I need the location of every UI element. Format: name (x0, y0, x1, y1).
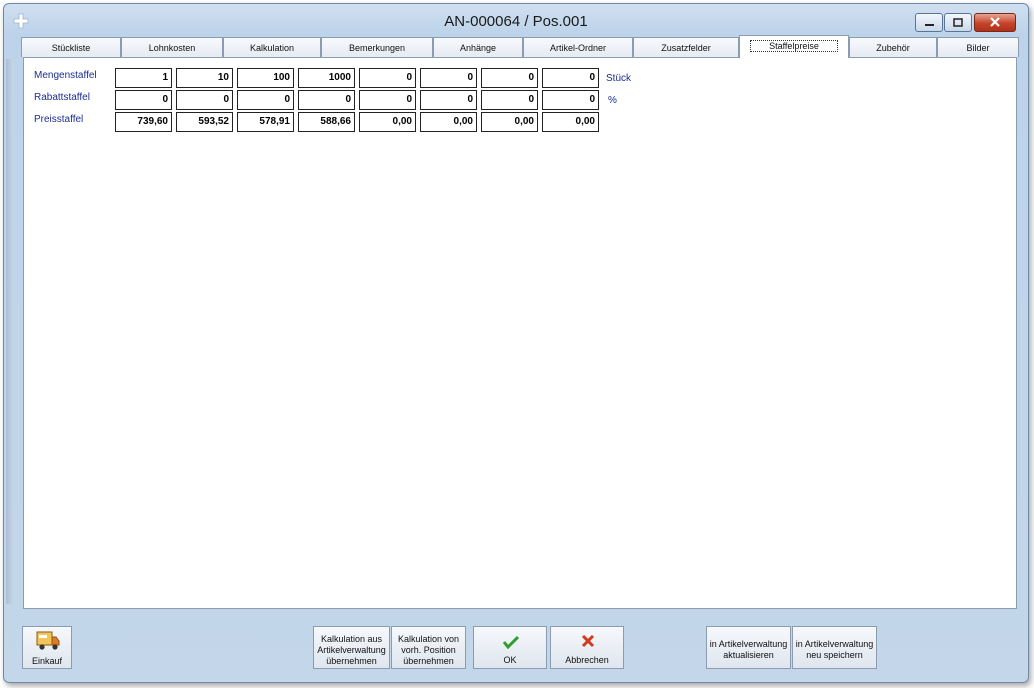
mengen-field-6[interactable]: 0 (420, 68, 477, 88)
mengen-field-7[interactable]: 0 (481, 68, 538, 88)
kalk-artikel-line-1: Kalkulation aus (320, 634, 383, 644)
tab-zusatzfelder[interactable]: Zusatzfelder (633, 37, 739, 57)
close-button[interactable] (974, 13, 1016, 32)
einkauf-button[interactable]: Einkauf (22, 626, 72, 669)
aktualisieren-line-1: in Artikelverwaltung (709, 639, 788, 649)
tab-anhaenge[interactable]: Anhänge (433, 37, 523, 57)
rabatt-field-4[interactable]: 0 (298, 90, 355, 110)
tab-kalkulation[interactable]: Kalkulation (223, 37, 321, 57)
neu-speichern-line-2: neu speichern (806, 650, 863, 660)
mengen-field-2[interactable]: 10 (176, 68, 233, 88)
rabatt-field-7[interactable]: 0 (481, 90, 538, 110)
kalk-artikel-line-3: übernehmen (326, 656, 377, 666)
mengen-field-4[interactable]: 1000 (298, 68, 355, 88)
tab-stueckliste[interactable]: Stückliste (21, 37, 121, 57)
window-title: AN-000064 / Pos.001 (444, 13, 588, 30)
mengen-field-5[interactable]: 0 (359, 68, 416, 88)
tab-zubehoer[interactable]: Zubehör (849, 37, 937, 57)
ok-label: OK (503, 655, 517, 665)
kalk-artikel-line-2: Artikelverwaltung (317, 645, 386, 655)
maximize-icon (953, 18, 963, 27)
preis-field-2[interactable]: 593,52 (176, 112, 233, 132)
window-side-edge (6, 59, 14, 604)
cancel-x-icon (581, 634, 595, 648)
rabatt-field-5[interactable]: 0 (359, 90, 416, 110)
title-bar[interactable]: AN-000064 / Pos.001 (4, 4, 1028, 34)
tab-bilder[interactable]: Bilder (937, 37, 1019, 57)
main-window: AN-000064 / Pos.001 Stückliste Lohnkoste… (3, 3, 1029, 683)
checkmark-icon (503, 635, 519, 649)
tab-staffelpreise-label: Staffelpreise (750, 40, 838, 52)
abbrechen-button[interactable]: Abbrechen (550, 626, 624, 669)
tab-lohnkosten[interactable]: Lohnkosten (121, 37, 223, 57)
truck-icon (36, 631, 60, 650)
maximize-button[interactable] (944, 13, 972, 32)
preis-field-6[interactable]: 0,00 (420, 112, 477, 132)
rabatt-field-1[interactable]: 0 (115, 90, 172, 110)
kalkulation-aus-artikelverwaltung-button[interactable]: Kalkulation aus Artikelverwaltung überne… (313, 626, 390, 669)
artikelverwaltung-neu-speichern-button[interactable]: in Artikelverwaltung neu speichern (792, 626, 877, 669)
rabatt-field-8[interactable]: 0 (542, 90, 599, 110)
tab-staffelpreise[interactable]: Staffelpreise (739, 35, 849, 58)
mengen-unit: Stück (606, 73, 632, 84)
kalk-position-line-1: Kalkulation von (397, 634, 460, 644)
staffelpreise-panel: Mengenstaffel Rabattstaffel Preisstaffel… (23, 57, 1017, 609)
minimize-icon (925, 24, 934, 26)
tab-artikel-ordner[interactable]: Artikel-Ordner (523, 37, 633, 57)
mengen-field-8[interactable]: 0 (542, 68, 599, 88)
preis-field-1[interactable]: 739,60 (115, 112, 172, 132)
kalkulation-von-position-button[interactable]: Kalkulation von vorh. Position übernehme… (391, 626, 466, 669)
rabatt-field-6[interactable]: 0 (420, 90, 477, 110)
kalk-position-line-3: übernehmen (403, 656, 454, 666)
rabatt-unit: % (608, 95, 617, 106)
aktualisieren-line-2: aktualisieren (723, 650, 774, 660)
artikelverwaltung-aktualisieren-button[interactable]: in Artikelverwaltung aktualisieren (706, 626, 791, 669)
einkauf-label: Einkauf (31, 656, 63, 666)
preisstaffel-label: Preisstaffel (34, 114, 84, 125)
minimize-button[interactable] (915, 13, 943, 32)
mengen-field-1[interactable]: 1 (115, 68, 172, 88)
kalk-position-line-2: vorh. Position (401, 645, 456, 655)
rabattstaffel-label: Rabattstaffel (34, 92, 90, 103)
preis-field-3[interactable]: 578,91 (237, 112, 294, 132)
neu-speichern-line-1: in Artikelverwaltung (795, 639, 874, 649)
close-icon (990, 17, 1000, 27)
preis-field-7[interactable]: 0,00 (481, 112, 538, 132)
tab-bemerkungen[interactable]: Bemerkungen (321, 37, 433, 57)
preis-field-8[interactable]: 0,00 (542, 112, 599, 132)
rabatt-field-2[interactable]: 0 (176, 90, 233, 110)
mengenstaffel-label: Mengenstaffel (34, 70, 97, 81)
footer-bar: Einkauf Kalkulation aus Artikelverwaltun… (4, 612, 1028, 682)
mengen-field-3[interactable]: 100 (237, 68, 294, 88)
preis-field-5[interactable]: 0,00 (359, 112, 416, 132)
preis-field-4[interactable]: 588,66 (298, 112, 355, 132)
abbrechen-label: Abbrechen (565, 655, 609, 665)
rabatt-field-3[interactable]: 0 (237, 90, 294, 110)
ok-button[interactable]: OK (473, 626, 547, 669)
